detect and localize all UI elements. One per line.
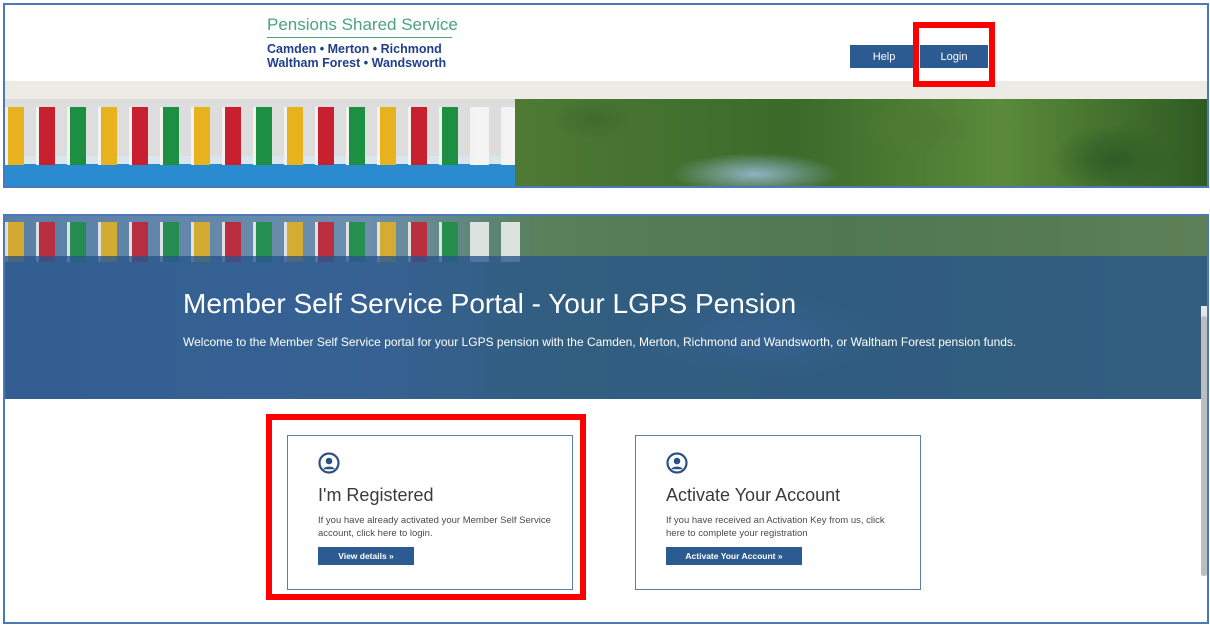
portal-screenshot: Member Self Service Portal - Your LGPS P… (3, 214, 1209, 624)
card-description: If you have already activated your Membe… (318, 515, 551, 539)
beach-hut (408, 107, 427, 165)
header-screenshot: Pensions Shared Service Camden • Merton … (3, 3, 1209, 188)
login-button[interactable]: Login (920, 45, 988, 68)
beach-hut (98, 107, 117, 165)
registered-card: I'm Registered If you have already activ… (287, 435, 573, 590)
beach-hut (470, 107, 489, 165)
beach-hut (222, 107, 241, 165)
card-title: I'm Registered (318, 485, 434, 505)
beach-huts (5, 107, 515, 165)
beach-hut (5, 107, 24, 165)
beach-hut (439, 107, 458, 165)
beach-hut (36, 107, 55, 165)
banner-image (5, 99, 1207, 186)
beach-hut (346, 107, 365, 165)
page-title: Member Self Service Portal - Your LGPS P… (183, 288, 797, 319)
card-title: Activate Your Account (666, 485, 841, 505)
beach-hut (253, 107, 272, 165)
beach-hut (501, 107, 515, 165)
beach-hut (67, 107, 86, 165)
user-circle-icon (318, 452, 340, 474)
activate-account-card: Activate Your Account If you have receiv… (635, 435, 921, 590)
beach-hut (284, 107, 303, 165)
logo-title: Pensions Shared Service (267, 15, 458, 34)
beach-huts-image (5, 99, 515, 186)
logo-line-1: Camden • Merton • Richmond (267, 42, 442, 56)
river-trees-image (515, 99, 1207, 186)
help-button[interactable]: Help (850, 45, 918, 68)
hero-overlay (5, 256, 1207, 399)
beach-hut (191, 107, 210, 165)
card-description: If you have received an Activation Key f… (666, 515, 885, 539)
welcome-text: Welcome to the Member Self Service porta… (183, 335, 1017, 349)
activate-account-button[interactable]: Activate Your Account » (666, 547, 802, 565)
beach-hut (315, 107, 334, 165)
beach-hut (129, 107, 148, 165)
view-details-button[interactable]: View details » (318, 547, 414, 565)
pensions-shared-service-logo[interactable]: Pensions Shared Service Camden • Merton … (267, 15, 458, 70)
user-circle-icon (666, 452, 688, 474)
scrollbar-thumb[interactable] (1201, 316, 1207, 576)
logo-divider (267, 37, 452, 38)
hero-banner: Member Self Service Portal - Your LGPS P… (5, 216, 1207, 399)
header-divider-bar (5, 81, 1207, 99)
beach-hut (377, 107, 396, 165)
logo-line-2: Waltham Forest • Wandsworth (267, 56, 447, 70)
beach-hut (160, 107, 179, 165)
